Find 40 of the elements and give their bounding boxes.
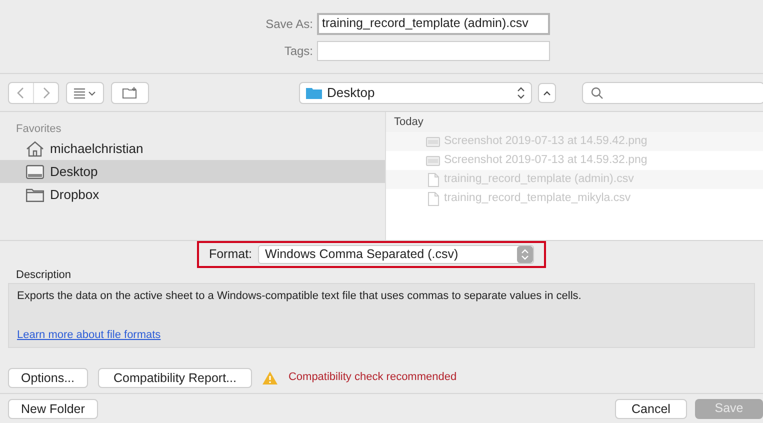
learn-more-link[interactable]: Learn more about file formats <box>17 326 161 343</box>
list-view-icon <box>72 86 98 98</box>
stepper-icon <box>517 246 534 262</box>
new-folder-icon <box>122 86 138 98</box>
chevron-up-icon <box>543 90 551 96</box>
save-as-field[interactable]: training_record_template (admin).csv <box>317 12 550 34</box>
desktop-icon <box>26 164 44 178</box>
warning-text: Compatibility check recommended <box>288 370 457 384</box>
options-button[interactable]: Options... <box>8 368 88 388</box>
sidebar-heading: Favorites <box>15 122 62 137</box>
cancel-button[interactable]: Cancel <box>615 398 687 418</box>
location-popup[interactable]: Desktop <box>299 82 532 104</box>
stepper-icon <box>517 86 525 98</box>
compatibility-report-button[interactable]: Compatibility Report... <box>98 368 252 388</box>
save-as-label: Save As: <box>264 16 313 32</box>
date-group-heading: Today <box>394 114 424 130</box>
search-field[interactable] <box>582 82 763 104</box>
tags-field[interactable] <box>317 40 550 60</box>
warning-icon <box>262 371 278 385</box>
collapse-button[interactable] <box>538 82 556 102</box>
house-icon <box>26 140 44 156</box>
format-label: Format: <box>208 246 252 263</box>
view-menu-button[interactable] <box>66 82 104 104</box>
sidebar-item[interactable]: Desktop <box>0 160 385 183</box>
new-folder-toolbar-button[interactable] <box>111 82 149 104</box>
description-text: Exports the data on the active sheet to a Windows-compatible text file that uses commas to separate values in cells. <box>17 289 582 304</box>
format-popup[interactable]: Windows Comma Separated (.csv) <box>258 244 534 264</box>
folder-icon <box>26 188 44 202</box>
back-forward-control[interactable] <box>8 82 59 104</box>
search-icon <box>591 86 603 98</box>
folder-icon <box>306 86 322 98</box>
document-icon <box>428 192 438 206</box>
image-file-icon <box>426 156 440 166</box>
document-icon <box>428 172 438 186</box>
new-folder-button[interactable]: New Folder <box>8 398 98 418</box>
sidebar-item[interactable]: Dropbox <box>0 183 385 206</box>
image-file-icon <box>426 136 440 146</box>
description-heading: Description <box>15 268 72 281</box>
tags-label: Tags: <box>283 42 313 60</box>
sidebar-item[interactable]: michaelchristian <box>0 137 385 160</box>
